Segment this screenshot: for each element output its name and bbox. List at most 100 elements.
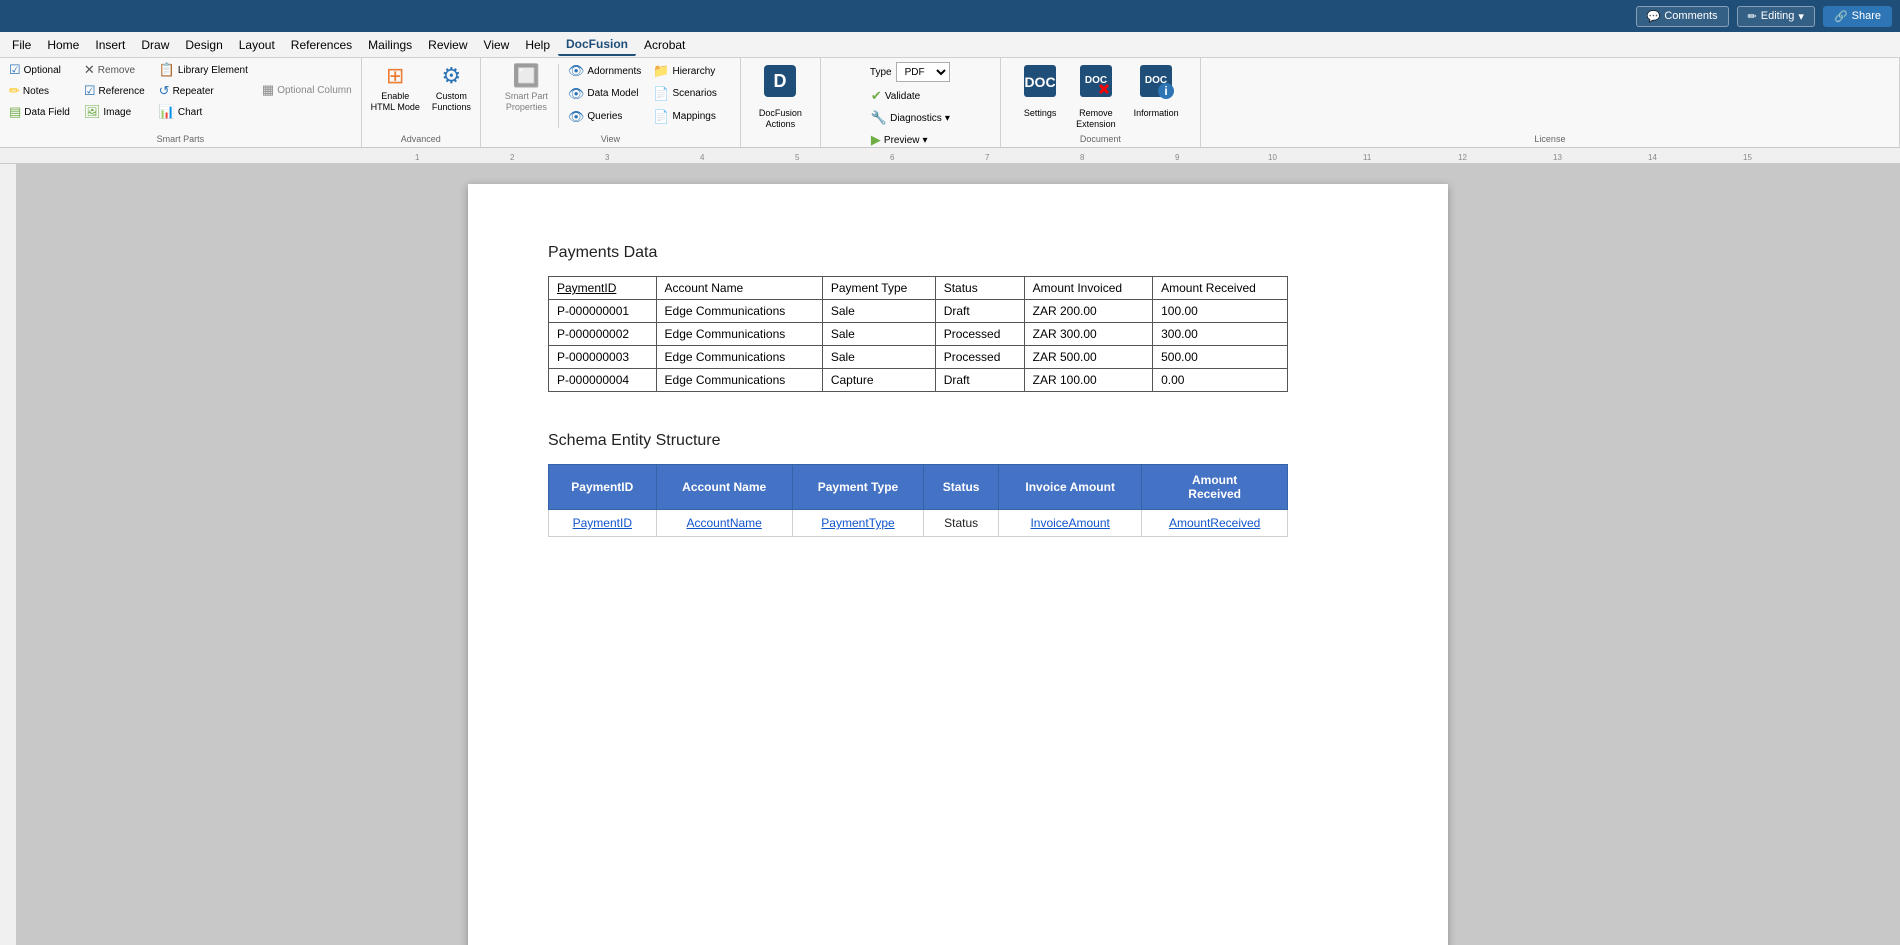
table-row: P-000000002Edge CommunicationsSaleProces… <box>549 323 1288 346</box>
hierarchy-button[interactable]: 📁 Hierarchy <box>648 61 722 81</box>
comments-button[interactable]: 💬 Comments <box>1636 6 1729 27</box>
menu-review[interactable]: Review <box>420 35 475 55</box>
validate-button[interactable]: ✔ Validate <box>866 86 925 106</box>
payments-title: Payments Data <box>548 244 1368 262</box>
diagnostics-label: Diagnostics <box>890 113 942 124</box>
image-button[interactable]: 🖼 Image <box>79 102 150 122</box>
table-cell: ZAR 300.00 <box>1024 323 1152 346</box>
diagnostics-button[interactable]: 🔧 Diagnostics ▾ <box>866 108 955 128</box>
svg-text:12: 12 <box>1458 153 1467 162</box>
menu-acrobat[interactable]: Acrobat <box>636 35 693 55</box>
svg-text:8: 8 <box>1080 153 1085 162</box>
menu-file[interactable]: File <box>4 35 39 55</box>
table-cell: Edge Communications <box>656 323 822 346</box>
data-model-button[interactable]: 👁 Data Model <box>563 84 646 104</box>
validate-icon: ✔ <box>871 88 882 104</box>
enable-html-mode-button[interactable]: ⊞ Enable HTML Mode <box>366 60 425 120</box>
custom-functions-button[interactable]: ⚙ Custom Functions <box>427 60 476 120</box>
hierarchy-label: Hierarchy <box>672 66 715 77</box>
scenarios-icon: 📄 <box>653 86 669 102</box>
smartparts-col1: ☑ Optional ✏ Notes ▤ Data Field <box>4 60 75 120</box>
adornments-button[interactable]: 👁 Adornments <box>563 61 646 81</box>
type-select[interactable]: PDF Word <box>896 62 950 82</box>
table-cell: 0.00 <box>1153 369 1288 392</box>
table-cell: Edge Communications <box>656 346 822 369</box>
optional-button[interactable]: ☑ Optional <box>4 60 75 80</box>
share-icon: 🔗 <box>1834 10 1848 23</box>
col-amount-received: Amount Received <box>1153 277 1288 300</box>
menu-bar: File Home Insert Draw Design Layout Refe… <box>0 32 1900 58</box>
data-model-label: Data Model <box>587 88 638 99</box>
data-model-icon: 👁 <box>568 86 585 102</box>
menu-layout[interactable]: Layout <box>231 35 283 55</box>
schema-col-payment-type: Payment Type <box>792 465 924 510</box>
repeater-button[interactable]: ↺ Repeater <box>154 81 253 101</box>
doc-canvas[interactable]: Payments Data PaymentID Account Name Pay… <box>16 164 1900 945</box>
datafield-button[interactable]: ▤ Data Field <box>4 102 75 122</box>
settings-icon: DOC <box>1022 63 1058 106</box>
menu-insert[interactable]: Insert <box>87 35 133 55</box>
view-small-col1: 👁 Adornments 👁 Data Model 👁 Queries <box>563 60 646 128</box>
repeater-label: Repeater <box>173 86 214 97</box>
share-button[interactable]: 🔗 Share <box>1823 6 1892 27</box>
docfusion-actions-button[interactable]: D DocFusion Actions <box>754 60 807 120</box>
remove-extension-button[interactable]: DOC Remove Extension <box>1071 60 1121 120</box>
chart-button[interactable]: 📊 Chart <box>154 102 253 122</box>
reference-label: Reference <box>99 86 145 97</box>
view-group-label: View <box>485 132 736 145</box>
smartparts-col3: 📋 Library Element ↺ Repeater 📊 Chart <box>154 60 253 120</box>
svg-text:5: 5 <box>795 153 800 162</box>
ribbon-group-license: License <box>1201 58 1900 147</box>
menu-references[interactable]: References <box>283 35 360 55</box>
menu-view[interactable]: View <box>476 35 518 55</box>
notes-icon: ✏ <box>9 83 20 99</box>
table-cell: Processed <box>935 323 1024 346</box>
separator1 <box>558 64 559 128</box>
schema-cell: AmountReceived <box>1142 510 1288 537</box>
ribbon-group-advanced: ⊞ Enable HTML Mode ⚙ Custom Functions Ad… <box>362 58 481 147</box>
information-icon: DOC i <box>1138 63 1174 106</box>
svg-text:11: 11 <box>1363 153 1372 162</box>
col-amount-invoiced: Amount Invoiced <box>1024 277 1152 300</box>
schema-cell: Status <box>924 510 999 537</box>
queries-button[interactable]: 👁 Queries <box>563 107 646 127</box>
reference-icon: ☑ <box>84 83 96 99</box>
table-cell: ZAR 500.00 <box>1024 346 1152 369</box>
libraryelement-button[interactable]: 📋 Library Element <box>154 60 253 80</box>
optionalcolumn-button[interactable]: ▦ Optional Column <box>257 80 357 100</box>
smart-part-props-button[interactable]: 🔲 Smart Part Properties <box>499 60 554 120</box>
information-button[interactable]: DOC i Information <box>1129 60 1184 120</box>
datafield-label: Data Field <box>24 107 70 118</box>
preview-label: Preview <box>884 135 920 146</box>
reference-button[interactable]: ☑ Reference <box>79 81 150 101</box>
ribbon-group-view: 🔲 Smart Part Properties 👁 Adornments 👁 D… <box>481 58 741 147</box>
docfusion-actions-label: DocFusion Actions <box>759 108 802 130</box>
table-cell: 500.00 <box>1153 346 1288 369</box>
remove-button[interactable]: ✕ Remove <box>79 60 150 80</box>
editing-button[interactable]: ✏ Editing ▾ <box>1737 6 1815 27</box>
doc-area: Payments Data PaymentID Account Name Pay… <box>0 164 1900 945</box>
notes-button[interactable]: ✏ Notes <box>4 81 75 101</box>
menu-mailings[interactable]: Mailings <box>360 35 420 55</box>
menu-docfusion[interactable]: DocFusion <box>558 34 636 56</box>
settings-button[interactable]: DOC Settings <box>1017 60 1063 120</box>
menu-home[interactable]: Home <box>39 35 87 55</box>
queries-icon: 👁 <box>568 109 585 125</box>
preview-icon: ▶ <box>871 132 881 148</box>
preview-button[interactable]: ▶ Preview ▾ <box>866 130 933 150</box>
mappings-button[interactable]: 📄 Mappings <box>648 107 722 127</box>
menu-design[interactable]: Design <box>177 35 230 55</box>
smartparts-group-label: Smart Parts <box>4 132 357 145</box>
scenarios-button[interactable]: 📄 Scenarios <box>648 84 722 104</box>
enable-html-label: Enable HTML Mode <box>371 91 420 113</box>
table-cell: ZAR 100.00 <box>1024 369 1152 392</box>
docfusion-actions-group-label <box>745 142 816 145</box>
table-header-row: PaymentID Account Name Payment Type Stat… <box>549 277 1288 300</box>
svg-text:14: 14 <box>1648 153 1657 162</box>
schema-cell: PaymentID <box>549 510 657 537</box>
ribbon-group-docfusion: D DocFusion Actions <box>741 58 821 147</box>
menu-draw[interactable]: Draw <box>133 35 177 55</box>
comments-icon: 💬 <box>1647 10 1661 23</box>
menu-help[interactable]: Help <box>517 35 558 55</box>
schema-col-amount-received: AmountReceived <box>1142 465 1288 510</box>
